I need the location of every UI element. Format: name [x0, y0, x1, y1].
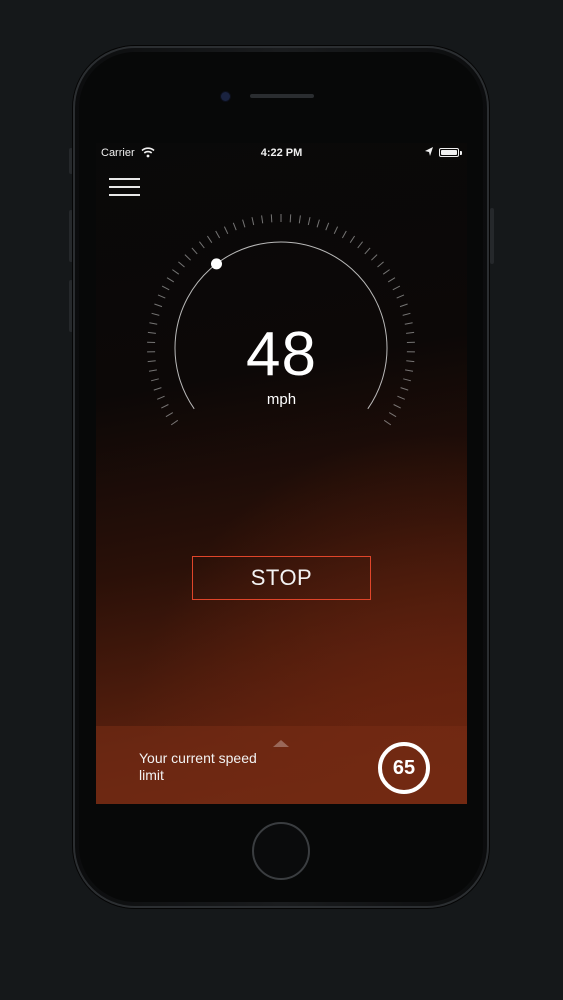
chevron-up-icon[interactable] — [273, 740, 289, 747]
gauge-tick — [377, 261, 384, 268]
speed-unit: mph — [266, 391, 297, 408]
gauge-tick — [341, 230, 347, 239]
speed-limit-sign: 65 — [378, 742, 430, 794]
speed-limit-panel: Your current speed limit 65 — [96, 726, 467, 804]
gauge-tick — [399, 303, 408, 308]
gauge-tick — [178, 261, 185, 268]
gauge-tick — [270, 214, 273, 223]
gauge-tick — [170, 419, 179, 426]
gauge-tick — [333, 226, 339, 235]
gauge-tick — [223, 226, 229, 235]
gauge-tick — [307, 217, 311, 226]
gauge-tick — [165, 412, 174, 418]
gauge-tick — [349, 235, 356, 243]
gauge-tick — [387, 277, 396, 283]
gauge-tick — [388, 412, 397, 418]
gauge-tick — [402, 312, 411, 316]
gauge-tick — [357, 241, 363, 249]
power-button — [490, 208, 494, 264]
gauge-tick — [383, 419, 392, 426]
gauge-needle-dot — [211, 258, 222, 270]
app-store-stage: Carrier 4:22 PM 48 mph STOP Your current… — [0, 0, 563, 1000]
home-button[interactable] — [252, 822, 310, 880]
speed-limit-label: Your current speed limit — [139, 750, 257, 783]
stop-button[interactable]: STOP — [192, 556, 371, 600]
front-camera — [221, 92, 230, 101]
gauge-tick — [161, 285, 170, 291]
gauge-tick — [396, 294, 405, 299]
gauge-tick — [206, 235, 213, 243]
gauge-tick — [371, 254, 378, 261]
gauge-tick — [298, 215, 301, 224]
gauge-tick — [382, 269, 390, 275]
gauge-tick — [392, 285, 401, 291]
earpiece-speaker — [250, 94, 314, 98]
gauge-tick — [191, 247, 198, 255]
current-speed: 48 — [246, 320, 317, 389]
gauge-tick — [157, 294, 166, 299]
gauge-tick — [316, 219, 320, 228]
gauge-tick — [251, 217, 255, 226]
gauge-tick — [261, 215, 264, 224]
gauge-tick — [232, 222, 237, 231]
gauge-tick — [166, 277, 175, 283]
gauge-tick — [184, 254, 191, 261]
gauge-tick — [364, 247, 371, 255]
app-screen: Carrier 4:22 PM 48 mph STOP Your current… — [96, 143, 467, 804]
gauge-tick — [172, 269, 180, 275]
gauge-tick — [154, 303, 163, 308]
gauge-tick — [242, 219, 246, 228]
gauge-tick — [199, 241, 205, 249]
gauge-tick — [215, 230, 221, 239]
gauge-tick — [289, 214, 292, 223]
gauge-tick — [325, 222, 330, 231]
gauge-tick — [151, 312, 160, 316]
